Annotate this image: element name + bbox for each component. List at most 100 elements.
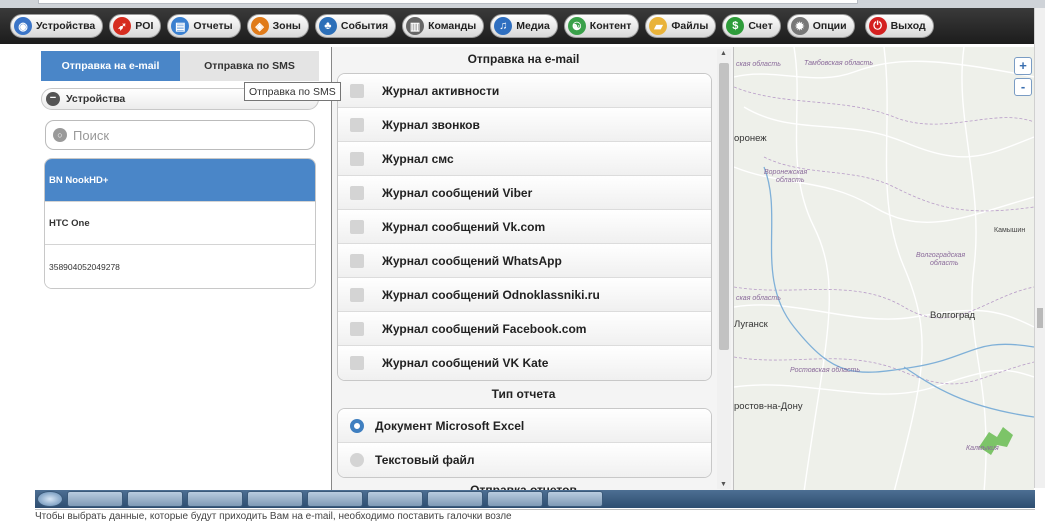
log-option[interactable]: Журнал звонков (338, 108, 711, 142)
taskbar-item[interactable] (487, 491, 543, 507)
map-roads (734, 47, 1034, 492)
map-label: оронеж (734, 133, 767, 144)
toolbar-button-label: Устройства (36, 20, 96, 32)
map-label: Воронежская (764, 169, 808, 176)
taskbar-item[interactable] (127, 491, 183, 507)
toolbar-button-11[interactable]: ⏻ Выход (864, 14, 934, 38)
panel-scrollbar-thumb[interactable] (719, 63, 729, 350)
checkbox[interactable] (350, 356, 364, 370)
toolbar-button-9[interactable]: $ Счет (722, 14, 781, 38)
map-label: Калмыкия (966, 445, 999, 452)
log-option-label: Журнал сообщений Facebook.com (382, 321, 587, 336)
report-type-option[interactable]: Документ Microsoft Excel (338, 409, 711, 443)
toolbar-button-5[interactable]: ▥ Команды (402, 14, 485, 38)
log-option[interactable]: Журнал смс (338, 142, 711, 176)
toolbar-button-8[interactable]: ▰ Файлы (645, 14, 717, 38)
page-scrollbar-thumb[interactable] (1037, 308, 1043, 328)
toolbar-button-label: События (340, 20, 389, 32)
devices-label: Устройства (66, 93, 126, 105)
toolbar-button-label: Выход (890, 20, 926, 32)
toolbar-button-0[interactable]: ◉ Устройства (10, 14, 104, 38)
report-settings-panel: Отправка на e-mail Журнал активности Журн… (331, 47, 734, 492)
checkbox[interactable] (350, 287, 364, 302)
search-icon: ○ (53, 128, 67, 142)
log-option[interactable]: Журнал сообщений Odnoklassniki.ru (338, 278, 711, 312)
commands-icon: ▥ (406, 17, 425, 35)
checkbox[interactable] (350, 151, 364, 166)
log-options: Журнал активности Журнал звонков Журнал см… (337, 73, 712, 381)
taskbar-item[interactable] (547, 491, 603, 507)
tab-email[interactable]: Отправка на e-mail (41, 51, 180, 81)
address-bar[interactable] (38, 0, 858, 4)
taskbar-item[interactable] (187, 491, 243, 507)
page-scrollbar[interactable] (1034, 8, 1045, 488)
search-placeholder: Поиск (73, 127, 110, 143)
map-label: область (776, 177, 805, 184)
checkbox[interactable] (350, 117, 364, 132)
checkbox[interactable] (350, 185, 364, 200)
log-option-label: Журнал сообщений WhatsApp (382, 253, 562, 268)
device-item[interactable]: 358904052049278 (45, 245, 315, 288)
scroll-down-icon[interactable]: ▼ (720, 481, 727, 488)
content-icon: ☯ (567, 17, 586, 35)
tab-sms[interactable]: Отправка по SMS (180, 51, 319, 81)
zoom-out-button[interactable]: - (1014, 78, 1032, 96)
toolbar-button-label: Отчеты (193, 20, 233, 32)
log-option[interactable]: Журнал сообщений Vk.com (338, 210, 711, 244)
report-icon: ▤ (171, 17, 190, 35)
log-option[interactable]: Журнал сообщений Viber (338, 176, 711, 210)
taskbar-item[interactable] (427, 491, 483, 507)
report-type-label: Документ Microsoft Excel (375, 418, 525, 433)
status-hint: Чтобы выбрать данные, которые будут прих… (35, 509, 1035, 521)
money-icon: $ (726, 17, 745, 35)
device-item[interactable]: HTC One (45, 202, 315, 245)
log-option[interactable]: Журнал сообщений VK Kate (338, 346, 711, 380)
taskbar-item[interactable] (67, 491, 123, 507)
taskbar-item[interactable] (247, 491, 303, 507)
folder-icon: ▰ (649, 17, 668, 35)
toolbar-button-7[interactable]: ☯ Контент (563, 14, 640, 38)
toolbar-button-label: Файлы (671, 20, 709, 32)
report-type-label: Текстовый файл (375, 453, 475, 467)
log-option[interactable]: Журнал активности (338, 74, 711, 108)
tooltip: Отправка по SMS (244, 82, 341, 101)
toolbar-button-10[interactable]: ✹ Опции (786, 14, 855, 38)
toolbar-button-2[interactable]: ▤ Отчеты (167, 14, 241, 38)
toolbar-button-1[interactable]: ➶ POI (109, 14, 162, 38)
log-option-label: Журнал сообщений Odnoklassniki.ru (382, 287, 600, 302)
toolbar-button-6[interactable]: ♫ Медиа (490, 14, 558, 38)
map-view[interactable]: ская область Тамбовская область оронеж В… (734, 47, 1034, 492)
toolbar-button-4[interactable]: ♣ События (314, 14, 397, 38)
log-option-label: Журнал сообщений Viber (382, 185, 533, 200)
device-list: BN NookHD+ HTC One 358904052049278 (44, 158, 316, 289)
panel-scrollbar[interactable]: ▲ ▼ (717, 49, 731, 489)
map-label: Камышин (994, 227, 1026, 234)
zoom-in-button[interactable]: + (1014, 57, 1032, 75)
map-label: Тамбовская область (804, 60, 874, 67)
log-option[interactable]: Журнал сообщений WhatsApp (338, 244, 711, 278)
checkbox[interactable] (350, 321, 364, 336)
log-option-label: Журнал активности (382, 83, 500, 98)
checkbox[interactable] (350, 219, 364, 234)
checkbox[interactable] (350, 83, 364, 98)
log-option[interactable]: Журнал сообщений Facebook.com (338, 312, 711, 346)
toolbar-button-label: Команды (428, 20, 477, 32)
device-item[interactable]: BN NookHD+ (45, 159, 315, 202)
map-label: ская область (736, 61, 781, 68)
report-type-option[interactable]: Текстовый файл (338, 443, 711, 477)
toolbar-button-label: Счет (748, 20, 773, 32)
events-icon: ♣ (318, 17, 337, 35)
toolbar-button-3[interactable]: ◈ Зоны (246, 14, 309, 38)
checkbox[interactable] (350, 253, 364, 268)
email-section-title: Отправка на e-mail (467, 52, 580, 66)
toolbar-button-label: Зоны (272, 20, 301, 32)
search-input[interactable]: ○ Поиск (45, 120, 315, 150)
log-option-label: Журнал звонков (382, 117, 480, 132)
radio-button[interactable] (350, 453, 364, 467)
scroll-up-icon[interactable]: ▲ (720, 50, 727, 57)
taskbar-item[interactable] (367, 491, 423, 507)
start-button[interactable] (37, 491, 63, 507)
taskbar-item[interactable] (307, 491, 363, 507)
collapse-icon: − (46, 92, 60, 106)
radio-button[interactable] (350, 418, 364, 433)
